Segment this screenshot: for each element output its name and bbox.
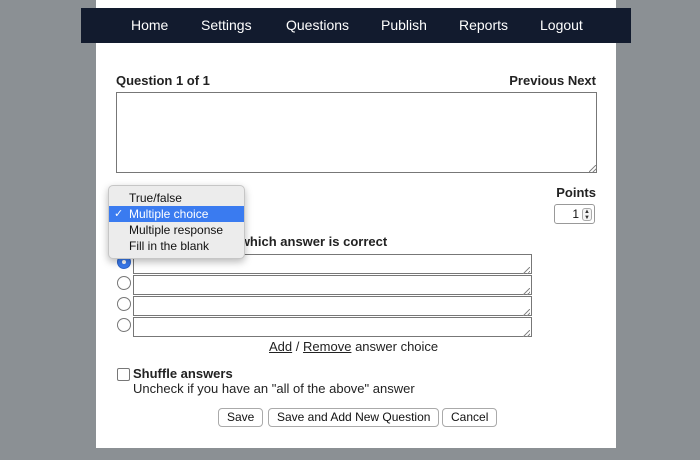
separator: / <box>295 339 300 354</box>
add-choice-link[interactable]: Add <box>269 339 292 354</box>
option-multiple-response[interactable]: Multiple response <box>109 222 244 238</box>
next-link[interactable]: Next <box>568 73 596 88</box>
save-button[interactable]: Save <box>218 408 264 427</box>
answer-choice-3[interactable] <box>133 296 532 316</box>
answer-choice-4[interactable] <box>133 317 532 337</box>
correct-radio-2[interactable] <box>117 276 131 290</box>
option-label: Multiple response <box>129 223 224 237</box>
question-counter: Question 1 of 1 <box>116 73 210 88</box>
option-true-false[interactable]: True/false <box>109 190 244 206</box>
points-label: Points <box>556 185 596 200</box>
option-label: True/false <box>129 191 182 205</box>
previous-link[interactable]: Previous <box>509 73 564 88</box>
nav-home[interactable]: Home <box>131 8 168 43</box>
nav-logout[interactable]: Logout <box>540 8 583 43</box>
top-navbar: Home Settings Questions Publish Reports … <box>81 8 631 43</box>
shuffle-hint: Uncheck if you have an "all of the above… <box>133 381 415 396</box>
nav-reports[interactable]: Reports <box>459 8 508 43</box>
option-fill-blank[interactable]: Fill in the blank <box>109 238 244 254</box>
shuffle-label: Shuffle answers <box>133 366 233 381</box>
correct-radio-4[interactable] <box>117 318 131 332</box>
answer-choice-2[interactable] <box>133 275 532 295</box>
spinner-arrows-icon[interactable]: ▲ ▼ <box>582 208 592 221</box>
save-add-button[interactable]: Save and Add New Question <box>268 408 440 427</box>
option-label: Fill in the blank <box>129 239 210 253</box>
question-pager: Previous Next <box>509 73 596 88</box>
shuffle-checkbox[interactable] <box>117 368 130 381</box>
remove-choice-link[interactable]: Remove <box>303 339 351 354</box>
answer-choice-suffix: answer choice <box>355 339 439 354</box>
correct-radio-3[interactable] <box>117 297 131 311</box>
question-text-input[interactable] <box>116 92 597 173</box>
nav-settings[interactable]: Settings <box>201 8 252 43</box>
question-type-dropdown: True/false ✓ Multiple choice Multiple re… <box>108 185 245 259</box>
cancel-button[interactable]: Cancel <box>442 408 498 427</box>
points-value: 1 <box>572 207 579 221</box>
checkmark-icon: ✓ <box>114 208 124 220</box>
option-label: Multiple choice <box>129 207 209 221</box>
option-multiple-choice[interactable]: ✓ Multiple choice <box>109 206 244 222</box>
add-remove-row: Add / Remove answer choice <box>269 339 438 354</box>
points-stepper[interactable]: 1 ▲ ▼ <box>554 204 595 224</box>
nav-questions[interactable]: Questions <box>286 8 349 43</box>
nav-publish[interactable]: Publish <box>381 8 427 43</box>
